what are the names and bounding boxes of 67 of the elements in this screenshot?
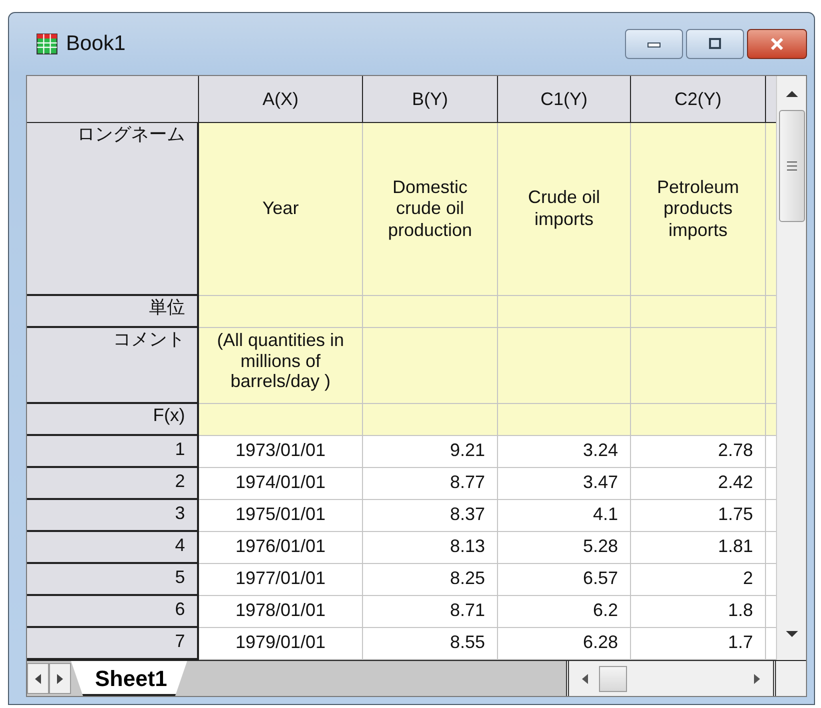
left-arrow-icon <box>34 672 42 684</box>
table-cell: 8.13 <box>363 532 498 564</box>
row-label[interactable]: コメント <box>27 328 199 404</box>
column-header[interactable]: B(Y) <box>363 76 498 123</box>
table-cell: Domestic crude oil production <box>363 123 498 296</box>
vertical-scrollbar[interactable] <box>776 76 806 660</box>
table-cell: 3.24 <box>498 436 631 468</box>
row-label[interactable]: 単位 <box>27 296 199 328</box>
grip-icon <box>786 161 798 171</box>
window-title: Book1 <box>66 32 126 56</box>
close-icon <box>769 38 785 50</box>
row-label[interactable]: ロングネーム <box>27 123 199 296</box>
spreadsheet-icon <box>36 33 58 55</box>
table-cell: 1973/01/01 <box>199 436 363 468</box>
table-cell: 1.81 <box>631 532 766 564</box>
row-number[interactable]: 4 <box>27 532 199 564</box>
table-cell: 8.77 <box>363 468 498 500</box>
horizontal-scrollbar[interactable] <box>566 661 776 696</box>
right-arrow-icon <box>56 672 64 684</box>
minimize-icon <box>647 40 661 48</box>
table-cell: 2.78 <box>631 436 766 468</box>
table-cell: 2.42 <box>631 468 766 500</box>
table-cell: 2 <box>631 564 766 596</box>
previous-sheet-button[interactable] <box>27 663 49 694</box>
table-cell: 1976/01/01 <box>199 532 363 564</box>
table-cell: 1.8 <box>631 596 766 628</box>
row-label[interactable]: F(x) <box>27 404 199 436</box>
table-cell: (All quantities in millions of barrels/day ) <box>199 328 363 404</box>
corner-header[interactable] <box>27 76 199 123</box>
table-cell: 5.28 <box>498 532 631 564</box>
table-cell: 8.25 <box>363 564 498 596</box>
table-cell: 8.71 <box>363 596 498 628</box>
row-number[interactable]: 3 <box>27 500 199 532</box>
table-cell: 4.1 <box>498 500 631 532</box>
sheet-tab[interactable]: Sheet1 <box>71 661 188 696</box>
table-cell: Year <box>199 123 363 296</box>
table-cell: 1978/01/01 <box>199 596 363 628</box>
scroll-up-icon[interactable] <box>784 90 799 98</box>
table-cell: Petroleum products imports <box>631 123 766 296</box>
table-cell: 3.47 <box>498 468 631 500</box>
table-cell: 1975/01/01 <box>199 500 363 532</box>
minimize-button[interactable] <box>625 29 683 59</box>
row-number[interactable]: 1 <box>27 436 199 468</box>
row-number[interactable]: 6 <box>27 596 199 628</box>
table-cell: 6.2 <box>498 596 631 628</box>
table-cell: 9.21 <box>363 436 498 468</box>
close-button[interactable] <box>747 29 807 59</box>
row-number[interactable]: 2 <box>27 468 199 500</box>
table-cell: 1977/01/01 <box>199 564 363 596</box>
scroll-right-icon[interactable] <box>753 672 761 684</box>
scroll-thumb[interactable] <box>599 666 627 692</box>
restore-button[interactable] <box>686 29 744 59</box>
row-number[interactable]: 7 <box>27 628 199 660</box>
scroll-left-icon[interactable] <box>581 672 589 684</box>
next-sheet-button[interactable] <box>49 663 71 694</box>
scroll-thumb[interactable] <box>778 110 805 222</box>
column-header[interactable]: C2(Y) <box>631 76 766 123</box>
table-cell: 1974/01/01 <box>199 468 363 500</box>
restore-icon <box>708 38 722 50</box>
column-header[interactable]: C1(Y) <box>498 76 631 123</box>
row-number[interactable]: 5 <box>27 564 199 596</box>
table-cell: Crude oil imports <box>498 123 631 296</box>
column-header[interactable]: A(X) <box>199 76 363 123</box>
table-cell: 6.57 <box>498 564 631 596</box>
table-cell: 8.37 <box>363 500 498 532</box>
table-cell: 1.75 <box>631 500 766 532</box>
scroll-down-icon[interactable] <box>784 630 799 638</box>
